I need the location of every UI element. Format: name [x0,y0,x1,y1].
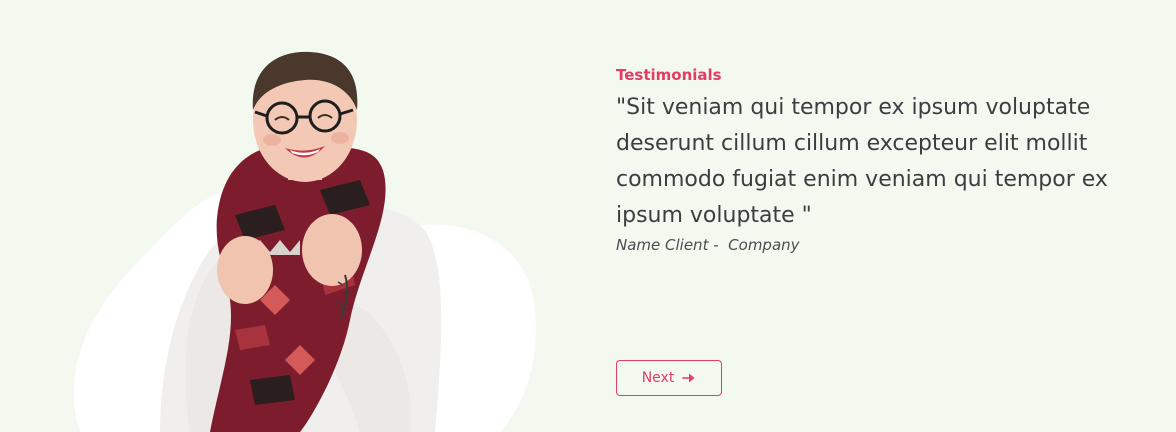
arrow-right-icon [682,373,695,383]
next-button-label: Next [641,370,675,386]
testimonials-section: Testimonials "Sit veniam qui tempor ex i… [0,0,1176,432]
testimonial-attribution: Name Client - Company [616,236,800,254]
testimonial-quote: "Sit veniam qui tempor ex ipsum voluptat… [616,95,1108,228]
next-button[interactable]: Next [616,360,722,396]
section-eyebrow: Testimonials [616,66,722,84]
client-photo [160,51,442,432]
testimonial-photo [60,40,550,432]
